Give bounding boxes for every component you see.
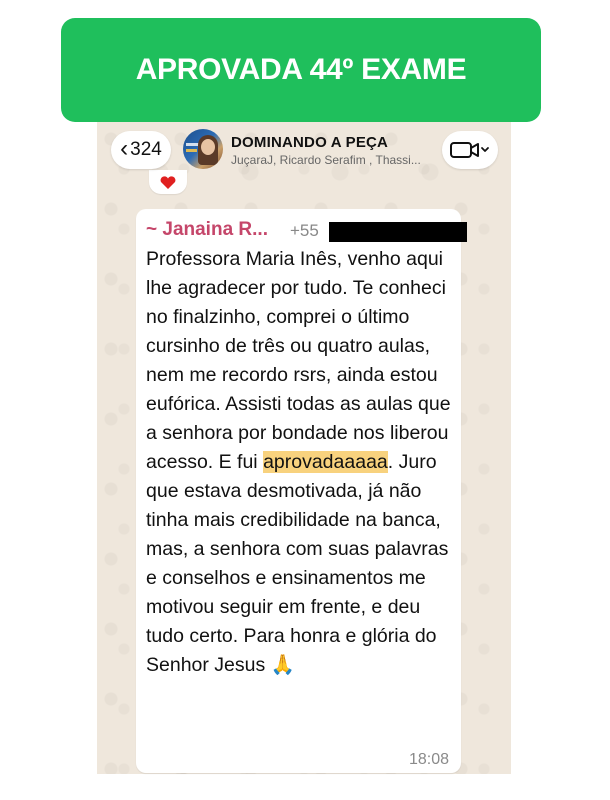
heart-icon: [160, 176, 176, 189]
message-text-before: Professora Maria Inês, venho aqui lhe ag…: [146, 248, 451, 473]
banner-text: APROVADA 44º EXAME: [135, 53, 467, 86]
sender-name[interactable]: ~ Janaina R...: [146, 219, 268, 241]
group-avatar[interactable]: [183, 129, 223, 169]
highlighted-word: aprovadaaaaa: [263, 451, 388, 473]
unread-count: 324: [130, 139, 162, 160]
chevron-left-icon: ‹: [120, 135, 129, 162]
group-title[interactable]: DOMINANDO A PEÇA: [231, 134, 388, 151]
chat-header: ‹ 324 DOMINANDO A PEÇA JuçaraJ, Ricardo …: [97, 122, 511, 178]
phone-redaction-bar: [329, 222, 467, 242]
video-camera-icon: [450, 142, 489, 158]
back-button[interactable]: ‹ 324: [111, 131, 171, 169]
approval-banner: APROVADA 44º EXAME: [61, 18, 541, 122]
video-call-button[interactable]: [442, 131, 498, 169]
message-text: Professora Maria Inês, venho aqui lhe ag…: [146, 245, 458, 680]
sender-row: ~ Janaina R... +55: [146, 219, 467, 242]
sender-phone: +55: [290, 221, 319, 240]
group-members[interactable]: JuçaraJ, Ricardo Serafim , Thassi...: [231, 153, 431, 167]
message-timestamp: 18:08: [408, 751, 449, 768]
message-text-after: . Juro que estava desmotivada, já não ti…: [146, 451, 449, 676]
message-bubble[interactable]: ~ Janaina R... +55 Professora Maria Inês…: [136, 209, 467, 773]
